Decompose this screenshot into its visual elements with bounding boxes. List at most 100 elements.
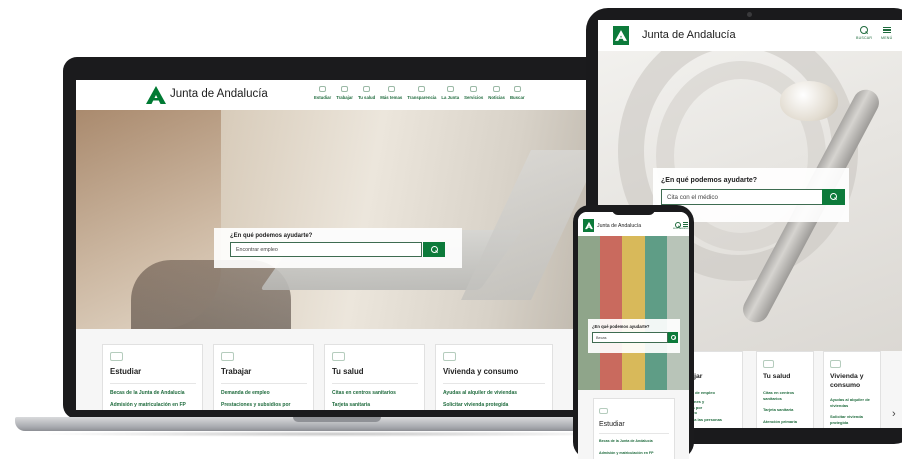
topic-cards: Estudiar Becas de la Junta de Andalucía … — [76, 329, 597, 410]
hamburger-menu-icon — [882, 26, 891, 34]
search-button[interactable] — [668, 332, 678, 343]
laptop-shadow — [30, 431, 643, 437]
card-link[interactable]: Demanda de empleo — [221, 390, 270, 396]
junta-logo-icon[interactable] — [583, 219, 594, 232]
search-icon — [675, 222, 682, 228]
card-link[interactable]: Atención primaria — [763, 419, 811, 425]
site-header: Junta de Andalucía BUSCAR MENÚ — [578, 212, 689, 236]
card-link[interactable]: Ayudas al alquiler de viviendas — [830, 397, 878, 408]
card-estudiar[interactable]: Estudiar Becas de la Junta de Andalucía … — [593, 398, 675, 459]
nav-label: Más temas — [380, 95, 403, 100]
nav-item-buscar[interactable]: Buscar — [510, 86, 525, 100]
card-link[interactable]: Becas de la Junta de Andalucía — [599, 439, 653, 443]
card-tu-salud[interactable]: Tu salud Citas en centros sanitarios Tar… — [324, 344, 425, 410]
header-search-button[interactable]: BUSCAR — [673, 222, 682, 230]
briefcase-icon — [341, 86, 349, 92]
search-panel: ¿En qué podemos ayudarte? Encontrar empl… — [214, 228, 462, 268]
card-link[interactable]: Tarjeta sanitaria — [332, 402, 370, 408]
brand-name[interactable]: Junta de Andalucía — [597, 223, 641, 229]
nav-item-transparencia[interactable]: Transparencia — [407, 86, 436, 100]
hero-photo-stripe — [644, 236, 667, 390]
house-icon — [443, 352, 456, 361]
card-trabajar[interactable]: Trabajar Demanda de empleo Prestaciones … — [213, 344, 314, 410]
header-search-button[interactable]: BUSCAR — [856, 26, 872, 40]
hero-image: ¿En qué podemos ayudarte? Becas — [578, 236, 689, 390]
nav-label: Buscar — [509, 95, 525, 100]
header-menu-button[interactable]: MENÚ — [682, 222, 688, 230]
phone-notch — [612, 208, 655, 215]
chevron-right-icon[interactable]: › — [892, 408, 896, 420]
hero-photo-stripe — [666, 236, 689, 390]
card-link[interactable]: Citas en centros sanitarios — [332, 390, 396, 396]
nav-label: Transparencia — [407, 95, 437, 100]
card-divider — [599, 433, 669, 434]
search-input[interactable]: Encontrar empleo — [230, 242, 422, 257]
card-link[interactable]: Admisión y matriculación en FP — [110, 402, 186, 408]
header-menu-button[interactable]: MENÚ — [881, 26, 892, 40]
card-title: Vivienda y consumo — [830, 373, 864, 389]
card-link[interactable]: Ayudas al alquiler de viviendas — [443, 390, 517, 396]
card-divider — [221, 383, 307, 384]
card-estudiar[interactable]: Estudiar Becas de la Junta de Andalucía … — [102, 344, 203, 410]
card-link[interactable]: Becas de la Junta de Andalucía — [110, 390, 185, 396]
topic-cards: Estudiar Becas de la Junta de Andalucía … — [578, 390, 689, 459]
search-icon — [671, 335, 676, 340]
graduation-cap-icon — [599, 408, 608, 414]
nav-item-trabajar[interactable]: Trabajar — [336, 86, 353, 100]
card-link[interactable]: Solicitar vivienda protegida — [830, 414, 878, 425]
header-menu-label: MENÚ — [881, 36, 893, 40]
nav-item-noticias[interactable]: Noticias — [488, 86, 505, 100]
card-vivienda-y-consumo[interactable]: Vivienda y consumo Ayudas al alquiler de… — [823, 351, 881, 428]
nav-label: Estudiar — [314, 95, 332, 100]
card-title: Estudiar — [599, 421, 625, 428]
nav-item-servicios[interactable]: Servicios — [464, 86, 483, 100]
tablet-camera — [747, 12, 752, 17]
search-question: ¿En qué podemos ayudarte? — [661, 177, 758, 184]
search-button[interactable] — [423, 242, 445, 257]
card-tu-salud[interactable]: Tu salud Citas en centros sanitarios Tar… — [756, 351, 814, 428]
card-title: Tu salud — [332, 367, 364, 376]
phone-screen: Junta de Andalucía BUSCAR MENÚ ¿En qué p… — [578, 212, 689, 459]
nav-label: La Junta — [441, 95, 460, 100]
heart-pulse-icon — [363, 86, 371, 92]
document-icon — [470, 86, 478, 92]
nav-item-tu-salud[interactable]: Tu salud — [358, 86, 375, 100]
hero-photo-stripe — [578, 236, 601, 390]
header-search-label: BUSCAR — [673, 228, 683, 230]
search-input[interactable]: Becas — [592, 332, 668, 343]
hero-image: ¿En qué podemos ayudarte? Encontrar empl… — [76, 110, 597, 329]
info-icon — [418, 86, 426, 92]
card-title: Vivienda y consumo — [443, 367, 519, 376]
heart-pulse-icon — [332, 352, 345, 361]
card-divider — [332, 383, 418, 384]
card-link[interactable]: Admisión y matriculación en FP — [599, 451, 654, 455]
card-link[interactable]: Citas en centros sanitarios — [763, 390, 811, 401]
card-link[interactable]: Tarjeta sanitaria — [763, 407, 811, 413]
nav-item-la-junta[interactable]: La Junta — [441, 86, 459, 100]
junta-logo-icon[interactable] — [613, 26, 629, 45]
search-question: ¿En qué podemos ayudarte? — [230, 233, 313, 239]
card-vivienda-y-consumo[interactable]: Vivienda y consumo Ayudas al alquiler de… — [435, 344, 553, 410]
briefcase-icon — [221, 352, 234, 361]
search-icon — [830, 193, 837, 200]
hero-photo-earpiece — [780, 81, 838, 121]
brand-name[interactable]: Junta de Andalucía — [642, 29, 736, 41]
hero-photo-sleeve — [131, 260, 291, 329]
header-menu-label: MENÚ — [682, 228, 689, 230]
search-input[interactable]: Cita con el médico — [661, 189, 826, 205]
card-link[interactable]: Solicitar vivienda protegida — [443, 402, 508, 408]
devices-mockup: Junta de Andalucía Estudiar Trabajar Tu … — [0, 0, 902, 459]
building-icon — [446, 86, 454, 92]
nav-item-estudiar[interactable]: Estudiar — [314, 86, 331, 100]
nav-label: Servicios — [464, 95, 484, 100]
hero-photo-stripe — [600, 236, 623, 390]
junta-logo-icon[interactable] — [146, 86, 166, 104]
graduation-cap-icon — [319, 86, 327, 92]
search-panel: ¿En qué podemos ayudarte? Becas — [588, 319, 680, 353]
nav-label: Noticias — [488, 95, 505, 100]
nav-item-mas-temas[interactable]: Más temas — [380, 86, 402, 100]
search-button[interactable] — [822, 189, 845, 205]
card-link[interactable]: Prestaciones y subsidios por — [221, 402, 290, 408]
header-search-label: BUSCAR — [856, 36, 873, 40]
brand-name[interactable]: Junta de Andalucía — [170, 88, 268, 100]
